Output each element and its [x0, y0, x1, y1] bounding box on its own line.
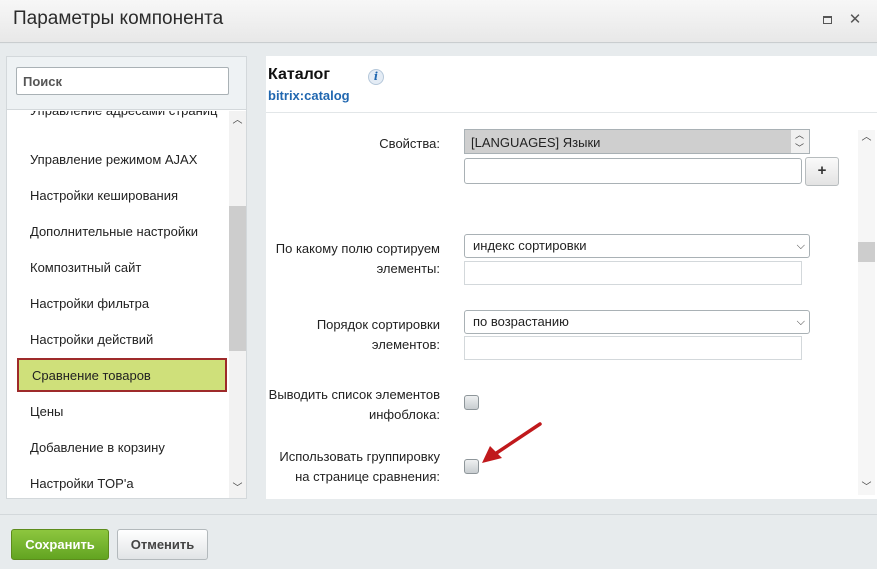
sort-order-select[interactable]: по возрастанию ⌵ [464, 310, 810, 334]
show-list-label: Выводить список элементов инфоблока: [266, 385, 440, 425]
sidebar-item-caching[interactable]: Настройки кеширования [17, 178, 227, 212]
search-area [7, 57, 246, 110]
dialog-body: Управление адресами страниц Управление р… [0, 44, 877, 514]
cancel-button[interactable]: Отменить [117, 529, 208, 560]
window-titlebar: Параметры компонента ✕ [0, 0, 877, 43]
scroll-up-icon[interactable]: ︿ [861, 132, 872, 143]
sort-order-label-line2: элементов: [371, 337, 440, 352]
add-property-button[interactable]: + [805, 157, 839, 186]
sort-field-custom-input[interactable] [464, 261, 802, 285]
chevron-down-icon[interactable]: ﹀ [795, 144, 804, 153]
sort-field-label-line2: элементы: [376, 261, 440, 276]
save-button[interactable]: Сохранить [11, 529, 109, 560]
property-text-input[interactable] [464, 158, 802, 184]
show-list-label-line2: инфоблока: [368, 407, 440, 422]
component-header: Каталог i bitrix:catalog [266, 56, 877, 113]
component-code: bitrix:catalog [268, 88, 350, 103]
sidebar-item-ajax[interactable]: Управление режимом AJAX [17, 142, 227, 176]
chevron-down-icon: ⌵ [796, 240, 805, 252]
sort-order-label-line1: Порядок сортировки [316, 317, 440, 332]
grouping-label-line2: на странице сравнения: [295, 469, 440, 484]
window-title: Параметры компонента [13, 8, 224, 29]
sort-field-label: По какому полю сортируем элементы: [266, 239, 440, 279]
red-arrow-icon [482, 422, 542, 463]
show-list-label-line1: Выводить список элементов [268, 387, 440, 402]
sidebar-item-add-to-cart[interactable]: Добавление в корзину [17, 430, 227, 464]
properties-selected-option[interactable]: [LANGUAGES] Языки [465, 130, 791, 153]
component-title: Каталог [268, 66, 330, 83]
search-input[interactable] [16, 67, 229, 95]
sort-field-value: индекс сортировки [473, 238, 587, 253]
scroll-up-icon[interactable]: ︿ [232, 115, 243, 126]
main-scroll-thumb[interactable] [858, 242, 875, 262]
dialog-footer: Сохранить Отменить [0, 514, 877, 569]
sidebar-scrollbar[interactable]: ︿ ﹀ [229, 111, 246, 498]
sidebar-item-filter[interactable]: Настройки фильтра [17, 286, 227, 320]
main-scrollbar[interactable]: ︿ ﹀ [858, 130, 875, 495]
properties-listbox[interactable]: [LANGUAGES] Языки ︿ ﹀ [464, 129, 810, 154]
maximize-icon[interactable] [819, 12, 835, 28]
sort-order-custom-input[interactable] [464, 336, 802, 360]
scroll-down-icon[interactable]: ﹀ [232, 483, 243, 494]
scroll-down-icon[interactable]: ﹀ [861, 482, 872, 493]
sidebar-item-compare[interactable]: Сравнение товаров [17, 358, 227, 392]
show-list-checkbox[interactable] [464, 395, 479, 410]
sidebar-item-prices[interactable]: Цены [17, 394, 227, 428]
grouping-label-line1: Использовать группировку [279, 449, 440, 464]
sidebar-item-composite[interactable]: Композитный сайт [17, 250, 227, 284]
sidebar-item-url-management[interactable]: Управление адресами страниц [17, 111, 227, 136]
sidebar-scroll-thumb[interactable] [229, 206, 246, 351]
close-icon[interactable]: ✕ [847, 12, 863, 28]
sidebar: Управление адресами страниц Управление р… [6, 56, 247, 499]
properties-label: Свойства: [379, 136, 440, 151]
grouping-label: Использовать группировку на странице сра… [266, 447, 440, 487]
chevron-up-icon[interactable]: ︿ [795, 131, 804, 140]
listbox-scrollbar[interactable]: ︿ ﹀ [791, 130, 809, 153]
chevron-down-icon: ⌵ [796, 316, 805, 328]
main-panel: Каталог i bitrix:catalog Свойства: [LANG… [266, 56, 877, 499]
sidebar-nav: Управление адресами страниц Управление р… [7, 111, 229, 498]
sort-field-select[interactable]: индекс сортировки ⌵ [464, 234, 810, 258]
sort-field-label-line1: По какому полю сортируем [275, 241, 440, 256]
sidebar-item-actions[interactable]: Настройки действий [17, 322, 227, 356]
sidebar-item-top[interactable]: Настройки TOP'а [17, 466, 227, 498]
sidebar-item-additional[interactable]: Дополнительные настройки [17, 214, 227, 248]
sort-order-label: Порядок сортировки элементов: [266, 315, 440, 355]
sort-order-value: по возрастанию [473, 314, 569, 329]
info-icon[interactable]: i [368, 69, 384, 85]
